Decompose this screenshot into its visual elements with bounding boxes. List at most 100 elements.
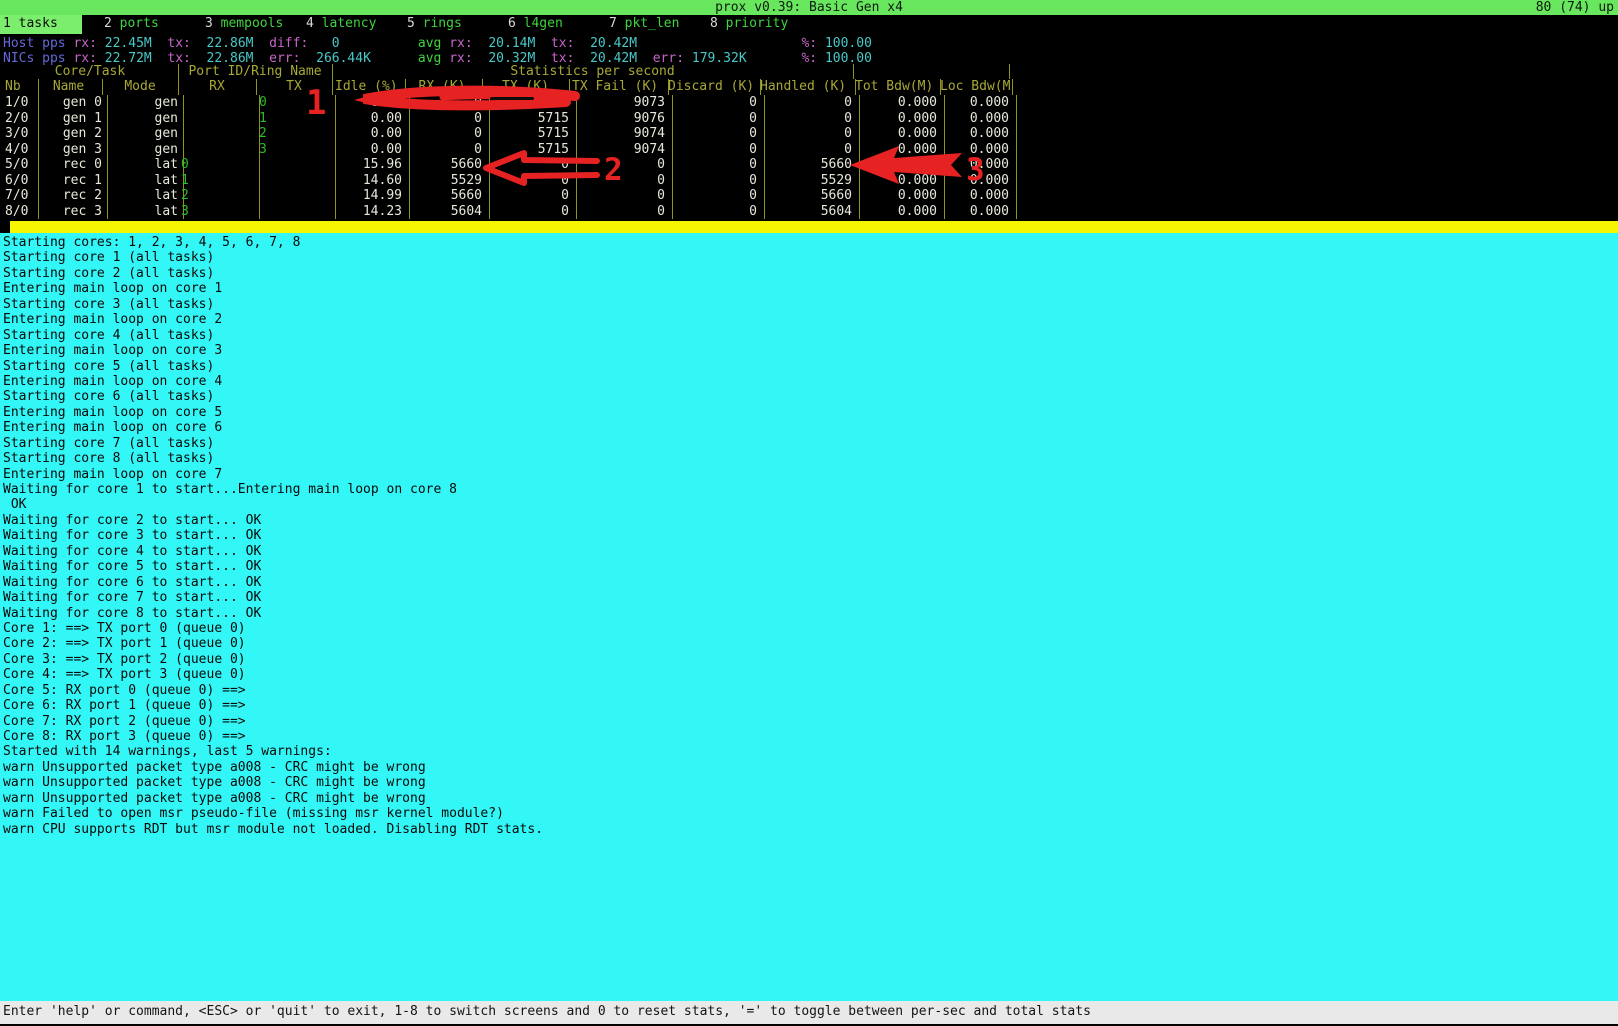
table-cell: 0 (482, 188, 577, 204)
table-cell: 0 (569, 157, 673, 173)
log-line: Waiting for core 2 to start... OK (3, 513, 1618, 528)
table-group-header (853, 64, 1010, 79)
tab-mempools[interactable]: 3 mempools (202, 15, 303, 34)
table-cell: 0 (665, 142, 765, 158)
table-cell: 0.000 (937, 204, 1017, 220)
table-cell: 5529 (402, 173, 490, 189)
log-line: Core 5: RX port 0 (queue 0) ==> (3, 683, 1618, 698)
table-cell: 0.000 (937, 173, 1017, 189)
table-group-header: Port ID/Ring Name (178, 64, 333, 79)
table-cell: 0 (256, 95, 336, 111)
table-cell: 0.000 (852, 157, 945, 173)
table-cell: 0 (665, 204, 765, 220)
table-cell: 0.000 (852, 95, 945, 111)
table-cell: 0.00 (332, 111, 410, 127)
table-cell: 0.00 (332, 126, 410, 142)
table-cell: 0.000 (852, 126, 945, 142)
log-line: Core 2: ==> TX port 1 (queue 0) (3, 636, 1618, 651)
table-cell: 0.000 (852, 142, 945, 158)
table-cell: 0 (665, 126, 765, 142)
stats-segment (637, 36, 801, 51)
table-cell: 0 (757, 111, 860, 127)
table-cell: 0.00 (332, 95, 410, 111)
log-line: Starting core 2 (all tasks) (3, 266, 1618, 281)
log-line: warn Unsupported packet type a008 - CRC … (3, 775, 1618, 790)
tab-rings[interactable]: 5 rings (404, 15, 505, 34)
table-cell: 14.99 (332, 188, 410, 204)
table-cell: gen (102, 126, 184, 142)
table-cell: 0 (482, 173, 577, 189)
log-line: Entering main loop on core 4 (3, 374, 1618, 389)
log-line: warn CPU supports RDT but msr module not… (3, 822, 1618, 837)
table-cell: 0 (482, 157, 577, 173)
log-line: Starting core 5 (all tasks) (3, 359, 1618, 374)
table-cell: 5660 (402, 188, 490, 204)
table-cell: lat (102, 157, 184, 173)
tab-bar: 1 tasks2 ports3 mempools4 latency5 rings… (0, 15, 1618, 34)
stats-segment: 20.42M (590, 36, 637, 51)
table-col-header: Handled (K) (757, 79, 856, 95)
log-line: Core 4: ==> TX port 3 (queue 0) (3, 667, 1618, 682)
table-cell: 14.60 (332, 173, 410, 189)
log-line: Starting cores: 1, 2, 3, 4, 5, 6, 7, 8 (3, 235, 1618, 250)
table-cell: 0.000 (937, 111, 1017, 127)
tab-latency[interactable]: 4 latency (303, 15, 404, 34)
log-line: Starting core 6 (all tasks) (3, 389, 1618, 404)
table-cell (178, 142, 260, 158)
tab-key: 2 (104, 16, 112, 31)
table-cell: 15.96 (332, 157, 410, 173)
table-cell: 6/0 (2, 173, 39, 189)
table-cell: gen 2 (35, 126, 108, 142)
table-cell (256, 204, 336, 220)
table-cell: 0 (569, 188, 673, 204)
table-col-header: Tot Bdw(M) (852, 79, 941, 95)
table-cell: 0.000 (937, 95, 1017, 111)
table-cell: 5/0 (2, 157, 39, 173)
log-line: Waiting for core 1 to start...Entering m… (3, 482, 1618, 497)
log-line: Core 3: ==> TX port 2 (queue 0) (3, 652, 1618, 667)
stats-segment: Host pps (3, 36, 66, 51)
log-line: OK (3, 497, 1618, 512)
table-cell: 4/0 (2, 142, 39, 158)
command-status-bar[interactable]: Enter 'help' or command, <ESC> or 'quit'… (0, 1001, 1618, 1024)
table-cell: rec 3 (35, 204, 108, 220)
stats-segment (340, 36, 418, 51)
table-cell: 0 (757, 95, 860, 111)
table-cell: 0 (569, 173, 673, 189)
title-bar: prox v0.39: Basic Gen x4 80 (74) up (0, 0, 1618, 15)
table-cell: 2/0 (2, 111, 39, 127)
tab-ports[interactable]: 2 ports (101, 15, 202, 34)
table-col-header: Discard (K) (665, 79, 761, 95)
table-cell: 5660 (402, 157, 490, 173)
table-col-header: RX (178, 79, 257, 95)
table-cell: 0.000 (852, 173, 945, 189)
table-cell: 0.000 (937, 188, 1017, 204)
table-cell (256, 173, 336, 189)
table-cell: 9074 (569, 126, 673, 142)
table-cell: 0.00 (332, 142, 410, 158)
table-group-header: Statistics per second (332, 64, 854, 79)
table-cell: 0 (402, 95, 490, 111)
tab-pkt_len[interactable]: 7 pkt_len (606, 15, 707, 34)
stats-segment: diff: (254, 36, 317, 51)
table-col-header: Nb (2, 79, 39, 95)
table-cell: lat (102, 188, 184, 204)
log-line: Starting core 3 (all tasks) (3, 297, 1618, 312)
tab-tasks[interactable]: 1 tasks (0, 15, 101, 34)
tab-key: 4 (306, 16, 314, 31)
core-task-stats-table: Core/TaskPort ID/Ring NameStatistics per… (2, 64, 1014, 220)
table-cell: 5715 (482, 95, 577, 111)
table-cell: lat (102, 204, 184, 220)
table-cell: gen (102, 142, 184, 158)
log-line: Entering main loop on core 3 (3, 343, 1618, 358)
table-cell: 0 (482, 204, 577, 220)
table-cell: 0.000 (852, 188, 945, 204)
table-cell: 5715 (482, 142, 577, 158)
tab-l4gen[interactable]: 6 l4gen (505, 15, 606, 34)
tab-priority[interactable]: 8 priority (707, 15, 808, 34)
log-line: Entering main loop on core 5 (3, 405, 1618, 420)
table-cell: lat (102, 173, 184, 189)
table-cell: 5604 (402, 204, 490, 220)
table-cell (256, 188, 336, 204)
log-line: Starting core 7 (all tasks) (3, 436, 1618, 451)
